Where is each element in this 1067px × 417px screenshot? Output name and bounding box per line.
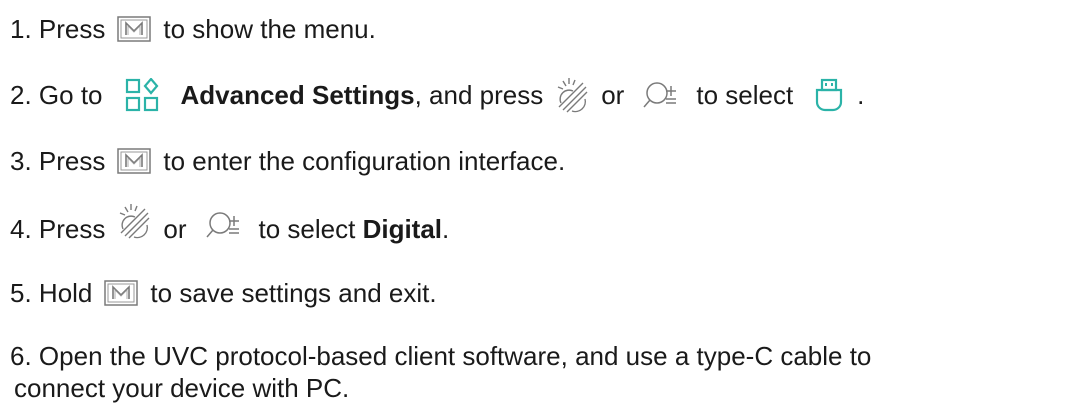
zoom-icon bbox=[642, 80, 684, 110]
step-text: or bbox=[601, 80, 625, 110]
step-text: to save settings and exit. bbox=[150, 278, 437, 308]
step-text: Go to bbox=[38, 80, 103, 110]
step-number: 5. bbox=[10, 278, 32, 308]
brightness-icon bbox=[555, 77, 589, 113]
m-key-icon bbox=[117, 148, 152, 174]
brightness-icon bbox=[117, 203, 151, 239]
step-3: 3. Press to enter the configuration inte… bbox=[10, 146, 565, 176]
step-text: connect your device with PC. bbox=[14, 373, 350, 403]
step-2: 2. Go to Advanced Settings, and press or bbox=[10, 77, 864, 113]
step-text: Press bbox=[38, 14, 106, 44]
step-text: , and press bbox=[414, 80, 544, 110]
step-text: to show the menu. bbox=[163, 14, 376, 44]
step-text: or bbox=[163, 214, 187, 244]
step-number: 4. bbox=[10, 214, 32, 244]
step-text: to select bbox=[696, 80, 794, 110]
step-5: 5. Hold to save settings and exit. bbox=[10, 278, 437, 308]
step-4: 4. Press or to select Digital. bbox=[10, 204, 450, 244]
step-text: to select bbox=[258, 214, 356, 244]
instruction-list: 1. Press to show the menu. 2. Go to Adva… bbox=[0, 0, 1067, 417]
usb-icon bbox=[815, 78, 843, 112]
step-number: 6. bbox=[10, 341, 32, 371]
step-text: Press bbox=[38, 214, 106, 244]
step-6: 6. Open the UVC protocol-based client so… bbox=[10, 340, 1050, 404]
step-line-1: 6. Open the UVC protocol-based client so… bbox=[10, 340, 1050, 372]
zoom-icon bbox=[205, 210, 247, 240]
step-text: . bbox=[857, 80, 865, 110]
step-text: Press bbox=[38, 146, 106, 176]
step-number: 2. bbox=[10, 80, 32, 110]
step-line-2: connect your device with PC. bbox=[10, 372, 1050, 404]
m-key-icon bbox=[117, 16, 152, 42]
step-1: 1. Press to show the menu. bbox=[10, 14, 376, 44]
advanced-settings-icon bbox=[125, 78, 159, 112]
step-text: Open the UVC protocol-based client softw… bbox=[38, 341, 872, 371]
menu-item-advanced-settings: Advanced Settings bbox=[180, 80, 415, 110]
step-text: Hold bbox=[38, 278, 93, 308]
step-number: 3. bbox=[10, 146, 32, 176]
step-number: 1. bbox=[10, 14, 32, 44]
m-key-icon bbox=[104, 280, 139, 306]
step-text: to enter the configuration interface. bbox=[163, 146, 566, 176]
option-digital: Digital bbox=[362, 214, 443, 244]
step-text: . bbox=[442, 214, 450, 244]
